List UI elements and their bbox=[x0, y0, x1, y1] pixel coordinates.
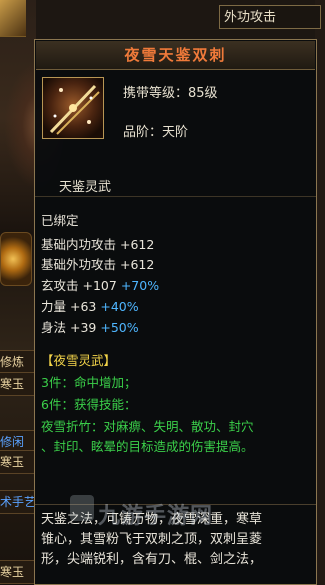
stat-name: 身法 bbox=[41, 320, 67, 335]
tooltip-header: 夜雪天鉴双刺 bbox=[36, 41, 315, 70]
set-piece-3: 3件：命中增加； bbox=[41, 375, 137, 390]
stat-row: 玄攻击 +107 +70% bbox=[41, 275, 159, 294]
stat-name: 力量 bbox=[41, 299, 67, 314]
stat-row: 力量 +63 +40% bbox=[41, 296, 139, 315]
stat-value: +63 bbox=[70, 299, 97, 314]
stat-value: +612 bbox=[120, 257, 155, 272]
stat-row: 基础内功攻击 +612 bbox=[41, 234, 154, 253]
side-fragment-label: 寒玉 bbox=[0, 450, 34, 474]
spirit-weapon-name: 天鉴灵武 bbox=[59, 180, 112, 195]
bound-status: 已绑定 bbox=[41, 213, 79, 228]
description-line: 锥心，其雪粉飞于双刺之顶，双刺呈菱 bbox=[41, 532, 263, 547]
stat-bonus: +40% bbox=[100, 299, 139, 314]
stat-row: 基础外功攻击 +612 bbox=[41, 254, 154, 273]
outer-attack-tab[interactable]: 外功攻击 bbox=[219, 5, 321, 29]
set-piece-6: 6件：获得技能： bbox=[41, 397, 137, 412]
equipment-slot-top[interactable] bbox=[0, 0, 26, 37]
carry-level: 携带等级：85级 bbox=[123, 86, 218, 101]
stat-name: 玄攻击 bbox=[41, 278, 79, 293]
set-skill-line: 、封印、眩晕的目标造成的伤害提高。 bbox=[41, 439, 254, 454]
stat-value: +612 bbox=[120, 237, 155, 252]
side-fragment-label: 寒玉 bbox=[0, 372, 34, 396]
equipment-slot-ring[interactable] bbox=[0, 232, 32, 286]
stat-name: 基础内功攻击 bbox=[41, 237, 117, 252]
item-title: 夜雪天鉴双刺 bbox=[124, 46, 227, 64]
stat-value: +107 bbox=[82, 278, 117, 293]
twin-daggers-icon bbox=[42, 77, 104, 139]
item-grade: 品阶：天阶 bbox=[123, 125, 189, 140]
stat-name: 基础外功攻击 bbox=[41, 257, 117, 272]
side-fragment-label: 术手艺 bbox=[0, 490, 34, 514]
watermark-logo-icon bbox=[70, 495, 94, 521]
side-fragment-label: 修炼 bbox=[0, 350, 34, 374]
side-fragment-label: 寒玉 bbox=[0, 560, 34, 584]
set-skill-line: 夜雪折竹：对麻痹、失明、散功、封穴 bbox=[41, 419, 254, 434]
stat-bonus: +70% bbox=[120, 278, 160, 293]
stat-value: +39 bbox=[70, 320, 97, 335]
stat-bonus: +50% bbox=[100, 320, 139, 335]
divider bbox=[35, 196, 316, 197]
stat-row: 身法 +39 +50% bbox=[41, 317, 139, 336]
set-name: 【夜雪灵武】 bbox=[41, 353, 117, 368]
description-line: 形，尖端锐利，含有刀、棍、剑之法， bbox=[41, 552, 263, 567]
